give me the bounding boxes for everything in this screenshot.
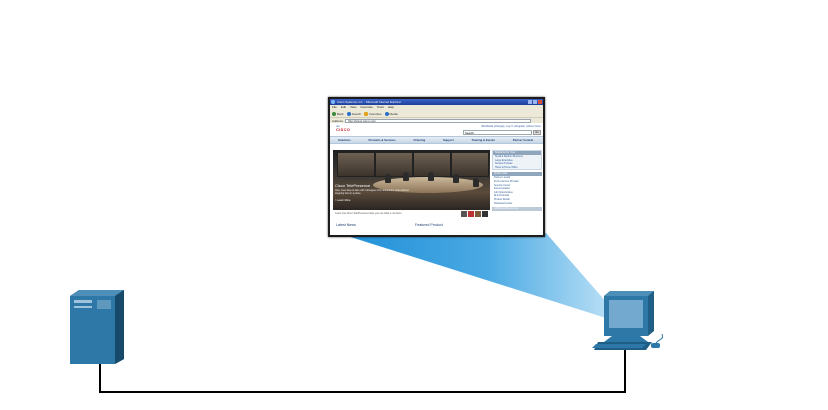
hero-banner[interactable]: Cisco TelePresence Now, meet face-to-fac…	[333, 150, 490, 210]
media-icon	[384, 111, 389, 116]
person	[473, 178, 479, 187]
sidebar-link[interactable]: Home & Home Office	[493, 166, 541, 170]
favorites-button[interactable]: Favorites	[364, 111, 382, 116]
cisco-logo[interactable]: ıılıı CISCO	[336, 124, 350, 132]
thumbnail[interactable]	[461, 211, 467, 217]
star-icon	[364, 111, 369, 116]
page-header: ıılıı CISCO Worldwide [change] | Log In |…	[330, 123, 543, 136]
additional-resources-header: Additional Resources	[492, 207, 542, 212]
minimize-icon[interactable]	[528, 100, 532, 104]
menu-file[interactable]: File	[332, 105, 337, 110]
back-button[interactable]: Back	[332, 111, 344, 116]
window-title: Cisco Systems, Inc. - Microsoft Internet…	[337, 100, 402, 104]
menu-help[interactable]: Help	[388, 105, 394, 110]
nav-products[interactable]: Products & Services	[368, 137, 395, 143]
back-arrow-icon	[332, 111, 336, 116]
network-link	[99, 348, 626, 393]
toolbar: Back Search Favorites Media	[330, 110, 543, 118]
title-bar: Cisco Systems, Inc. - Microsoft Internet…	[330, 99, 543, 105]
browser-window: Cisco Systems, Inc. - Microsoft Internet…	[330, 99, 543, 235]
thumbnail[interactable]	[468, 211, 474, 217]
top-links[interactable]: Worldwide [change] | Log In | Register |…	[481, 125, 541, 128]
maximize-icon[interactable]	[533, 100, 537, 104]
promo-thumbnails	[461, 211, 488, 217]
featured-product-heading: Featured Product	[415, 223, 443, 227]
address-input[interactable]: http://www.cisco.com	[345, 118, 531, 123]
nav-solutions[interactable]: Solutions	[338, 137, 351, 143]
person	[453, 174, 459, 183]
menu-favorites[interactable]: Favorites	[360, 105, 372, 110]
search-input[interactable]: Search	[463, 130, 532, 135]
server-icon[interactable]	[70, 290, 124, 364]
menu-edit[interactable]: Edit	[341, 105, 346, 110]
thumbnail[interactable]	[475, 211, 481, 217]
media-button[interactable]: Media	[384, 111, 398, 116]
hero-text: Now, meet face-to-face with colleagues f…	[335, 189, 409, 195]
web-page-screenshot: Cisco Systems, Inc. - Microsoft Internet…	[328, 97, 545, 237]
nav-ordering[interactable]: Ordering	[413, 137, 425, 143]
person	[428, 172, 434, 181]
nav-training[interactable]: Training & Events	[471, 137, 495, 143]
close-icon[interactable]	[538, 100, 542, 104]
promo-text[interactable]: Learn how Cisco TelePresence helps you u…	[335, 212, 402, 215]
quick-link[interactable]: Download Center	[492, 202, 542, 206]
thumbnail[interactable]	[482, 211, 488, 217]
sidebar: Solutions for Your Small & Medium Busine…	[492, 150, 542, 230]
search-icon	[346, 111, 351, 116]
promo-strip: Learn how Cisco TelePresence helps you u…	[333, 210, 490, 218]
nav-support[interactable]: Support	[443, 137, 454, 143]
learn-more-link[interactable]: > Learn More	[335, 199, 351, 202]
search-button[interactable]: Search	[346, 111, 361, 116]
address-label: Address	[332, 118, 344, 123]
person	[385, 174, 391, 183]
solutions-box: Solutions for Your Small & Medium Busine…	[492, 150, 542, 171]
hero-title: Cisco TelePresence	[335, 183, 371, 188]
projection-beam	[338, 233, 608, 318]
browser-icon	[331, 100, 335, 104]
video-screen	[337, 152, 375, 177]
window-controls	[528, 100, 542, 104]
latest-news-heading: Latest News	[336, 223, 356, 227]
nav-partner[interactable]: Partner Central	[513, 137, 533, 143]
menu-tools[interactable]: Tools	[377, 105, 384, 110]
menu-view[interactable]: View	[350, 105, 356, 110]
person	[403, 172, 409, 181]
site-nav: Solutions Products & Services Ordering S…	[330, 136, 543, 144]
section-headings: Latest News Featured Product	[333, 221, 490, 231]
search-go-button[interactable]: Go	[533, 130, 541, 135]
site-search: Search Go	[463, 130, 541, 135]
